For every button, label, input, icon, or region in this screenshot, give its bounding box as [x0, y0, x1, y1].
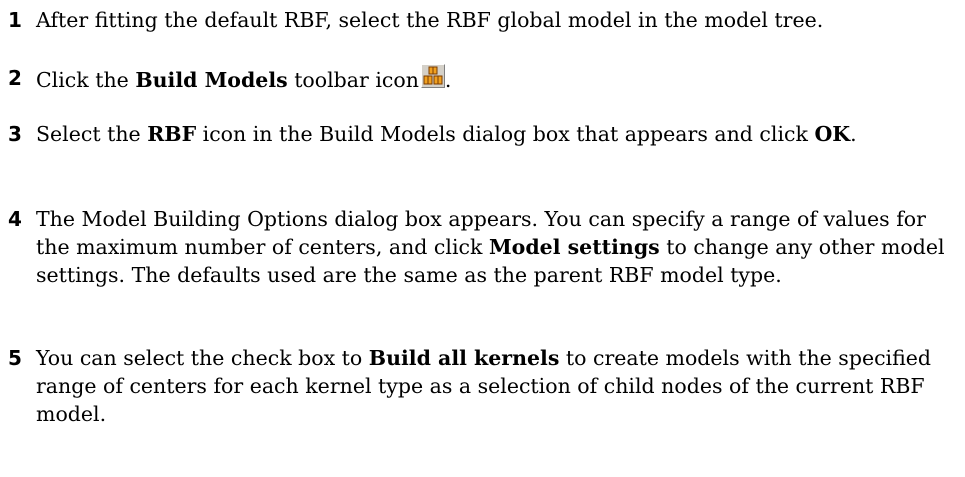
step-text-part: icon in the Build Models dialog box that… [196, 122, 815, 146]
step-text-part: You can select the check box to [36, 346, 369, 370]
step-text: You can select the check box to Build al… [36, 344, 955, 428]
step-number: 5 [8, 346, 22, 370]
build-models-icon [420, 64, 445, 88]
ui-term-build-models: Build Models [135, 68, 288, 92]
ui-term-build-all-kernels: Build all kernels [368, 346, 560, 370]
step-number: 2 [8, 66, 22, 90]
step-5: 5 You can select the check box to Build … [0, 344, 955, 428]
step-2: 2 Click the Build Models toolbar icon . [0, 64, 955, 94]
step-text: Select the RBF icon in the Build Models … [36, 120, 955, 148]
step-number: 1 [8, 8, 22, 32]
step-text-part: Select the [36, 122, 148, 146]
step-text: Click the Build Models toolbar icon . [36, 64, 955, 94]
step-1: 1 After fitting the default RBF, select … [0, 6, 955, 34]
step-text: The Model Building Options dialog box ap… [36, 205, 955, 289]
step-text-part: . [850, 122, 857, 146]
step-4: 4 The Model Building Options dialog box … [0, 205, 955, 289]
ui-term-rbf: RBF [147, 122, 197, 146]
step-number: 4 [8, 207, 22, 231]
step-3: 3 Select the RBF icon in the Build Model… [0, 120, 955, 148]
step-text-part: toolbar icon [287, 68, 419, 92]
step-text-part: Click the [36, 68, 136, 92]
ui-term-model-settings: Model settings [488, 235, 660, 259]
ui-term-ok: OK [814, 122, 851, 146]
step-text: After fitting the default RBF, select th… [36, 8, 824, 32]
step-number: 3 [8, 122, 22, 146]
step-text-part: . [444, 68, 452, 92]
